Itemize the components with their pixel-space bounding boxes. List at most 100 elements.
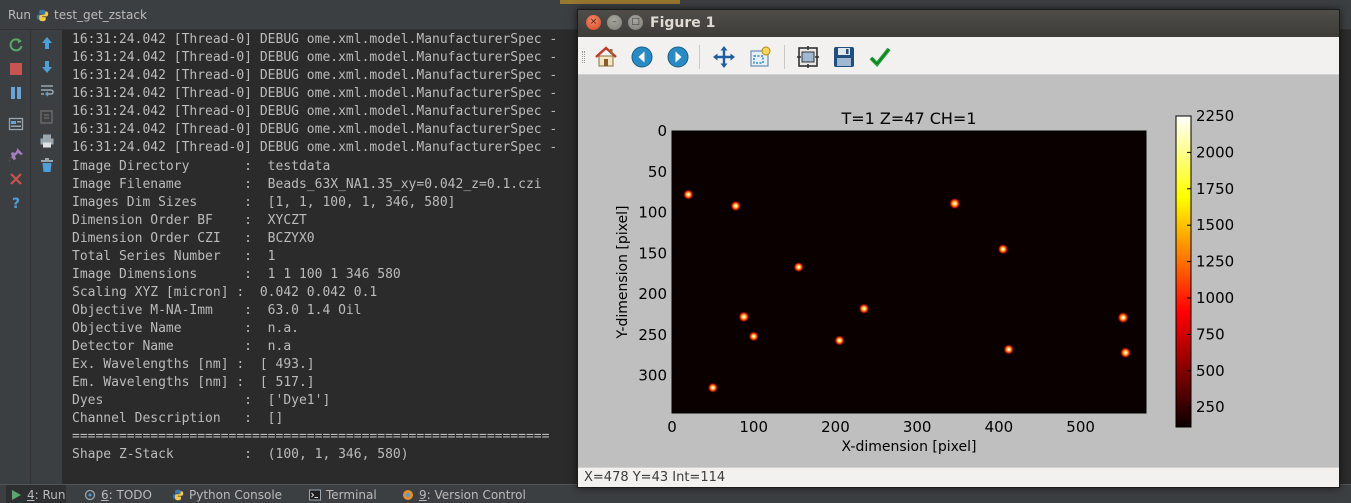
toolbar-separator	[699, 45, 700, 69]
colorbar-tick-label: 250	[1196, 398, 1225, 416]
console-line: Dimension Order BF : XYCZT	[72, 213, 307, 228]
back-arrow-icon[interactable]	[629, 44, 655, 70]
x-tick-label: 200	[821, 418, 850, 436]
maximize-window-button[interactable]: □	[628, 15, 643, 30]
spot-6	[858, 303, 870, 314]
console-line: 16:31:24.042 [Thread-0] DEBUG ome.xml.mo…	[72, 104, 558, 119]
console-line: Scaling XYZ [micron] : 0.042 0.042 0.1	[72, 285, 378, 300]
console-output[interactable]: 16:31:24.042 [Thread-0] DEBUG ome.xml.mo…	[64, 30, 584, 484]
console-line: Objective M-NA-Imm : 63.0 1.4 Oil	[72, 303, 362, 318]
spot-3	[949, 197, 961, 210]
terminal-icon	[309, 489, 321, 500]
x-tick-label: 0	[667, 418, 677, 436]
figure-status-bar: X=478 Y=43 Int=114	[578, 467, 1339, 487]
tab-todo-number: 6	[101, 487, 109, 502]
toolbar-separator	[784, 45, 785, 69]
tab-version-control-number: 9	[419, 487, 427, 502]
pan-icon[interactable]	[711, 44, 737, 70]
tab-python-console[interactable]: Python Console	[172, 485, 282, 503]
console-line: Ex. Wavelengths [nm] : [ 493.]	[72, 357, 315, 372]
colorbar-ticks: 250 500 750 1000 1250 1500 1750 2000 2250	[1187, 107, 1234, 416]
plot-area[interactable]	[671, 130, 1147, 414]
layout-icon[interactable]	[7, 115, 25, 133]
colorbar-tick-label: 1500	[1196, 216, 1234, 234]
todo-icon	[84, 489, 96, 500]
spot-13	[707, 382, 718, 393]
spot-12	[1120, 347, 1132, 359]
x-tick-label: 500	[1066, 418, 1095, 436]
pin-icon[interactable]	[7, 146, 25, 164]
spot-9	[748, 331, 759, 342]
console-line: Objective Name : n.a.	[72, 321, 299, 336]
colorbar-tick-label: 1750	[1196, 180, 1234, 198]
y-tick-label: 250	[638, 326, 667, 344]
console-line: Image Filename : Beads_63X_NA1.35_xy=0.0…	[72, 177, 542, 192]
tab-run-number: 4	[27, 487, 35, 502]
y-tick-label: 150	[638, 244, 667, 262]
y-axis-ticks: 0 50 100 150 200 250 300	[638, 122, 676, 385]
tab-run[interactable]: 4: Run	[6, 485, 66, 503]
run-config-name: test_get_zstack	[54, 8, 147, 22]
figure-window: × – □ Figure 1 T=1 Z=47 CH=1 0 100 200 3…	[577, 9, 1340, 488]
colorbar-tick-label: 1250	[1196, 253, 1234, 271]
minimize-window-button[interactable]: –	[607, 15, 622, 30]
console-line: Image Dimensions : 1 1 100 1 346 580	[72, 267, 401, 282]
forward-arrow-icon[interactable]	[665, 44, 691, 70]
tab-terminal-label: Terminal	[326, 487, 377, 502]
print-icon[interactable]	[38, 132, 56, 150]
console-line: Channel Description : []	[72, 411, 284, 426]
help-icon[interactable]: ?	[7, 194, 25, 212]
arrow-down-icon[interactable]	[38, 58, 56, 76]
scroll-to-end-icon[interactable]	[38, 108, 56, 126]
stop-icon[interactable]	[7, 60, 25, 78]
trash-icon[interactable]	[38, 156, 56, 174]
x-tick-label: 300	[903, 418, 932, 436]
x-tick-label: 400	[985, 418, 1014, 436]
figure-title-bar[interactable]: × – □ Figure 1	[578, 10, 1339, 37]
zoom-icon[interactable]	[748, 44, 774, 70]
subplots-config-icon[interactable]	[795, 44, 821, 70]
close-icon[interactable]	[7, 170, 25, 188]
y-axis-label: Y-dimension [pixel]	[615, 206, 631, 340]
spot-8	[1117, 311, 1129, 324]
spot-5	[793, 262, 804, 273]
figure-canvas[interactable]: T=1 Z=47 CH=1 0 100 200 300 400 500 0 50 100 150…	[578, 76, 1339, 467]
rerun-icon[interactable]	[7, 36, 25, 54]
heatmap-chart[interactable]: T=1 Z=47 CH=1 0 100 200 300 400 500 0 50 100 150…	[578, 76, 1339, 467]
save-icon[interactable]	[831, 44, 857, 70]
arrow-up-icon[interactable]	[38, 34, 56, 52]
tab-run-label: : Run	[34, 487, 66, 502]
x-tick-label: 100	[739, 418, 768, 436]
toolbar-grip	[582, 51, 585, 63]
y-tick-label: 0	[657, 122, 667, 140]
tab-python-console-label: Python Console	[189, 487, 283, 502]
run-play-icon	[12, 489, 21, 500]
y-tick-label: 50	[648, 163, 667, 181]
tab-version-control[interactable]: 9: Version Control	[402, 485, 526, 503]
tab-todo[interactable]: 6: TODO	[84, 485, 152, 503]
console-line: Image Directory : testdata	[72, 159, 331, 174]
console-line: Em. Wavelengths [nm] : [ 517.]	[72, 375, 315, 390]
console-separator: ========================================…	[72, 429, 550, 444]
console-line: Shape Z-Stack : (100, 1, 346, 580)	[72, 447, 409, 462]
home-icon[interactable]	[593, 44, 619, 70]
pause-icon[interactable]	[7, 84, 25, 102]
console-line: 16:31:24.042 [Thread-0] DEBUG ome.xml.mo…	[72, 122, 558, 137]
colorbar-tick-label: 500	[1196, 362, 1225, 380]
colorbar-tick-label: 1000	[1196, 289, 1234, 307]
tab-terminal[interactable]: Terminal	[309, 485, 377, 503]
run-actions-toolbar: ?	[0, 30, 31, 484]
console-line: Images Dim Sizes : [1, 1, 100, 1, 346, 5…	[72, 195, 456, 210]
figure-toolbar	[578, 37, 1339, 75]
console-line: 16:31:24.042 [Thread-0] DEBUG ome.xml.mo…	[72, 86, 558, 101]
spot-4	[997, 244, 1009, 255]
colorbar-tick-label: 750	[1196, 325, 1225, 343]
version-control-icon	[403, 489, 413, 500]
svg-text:?: ?	[12, 196, 20, 211]
close-window-button[interactable]: ×	[586, 15, 601, 30]
soft-wrap-icon[interactable]	[38, 82, 56, 100]
spot-10	[834, 335, 845, 346]
edit-check-icon[interactable]	[867, 44, 893, 70]
y-tick-label: 100	[638, 204, 667, 222]
x-axis-label: X-dimension [pixel]	[842, 439, 977, 455]
